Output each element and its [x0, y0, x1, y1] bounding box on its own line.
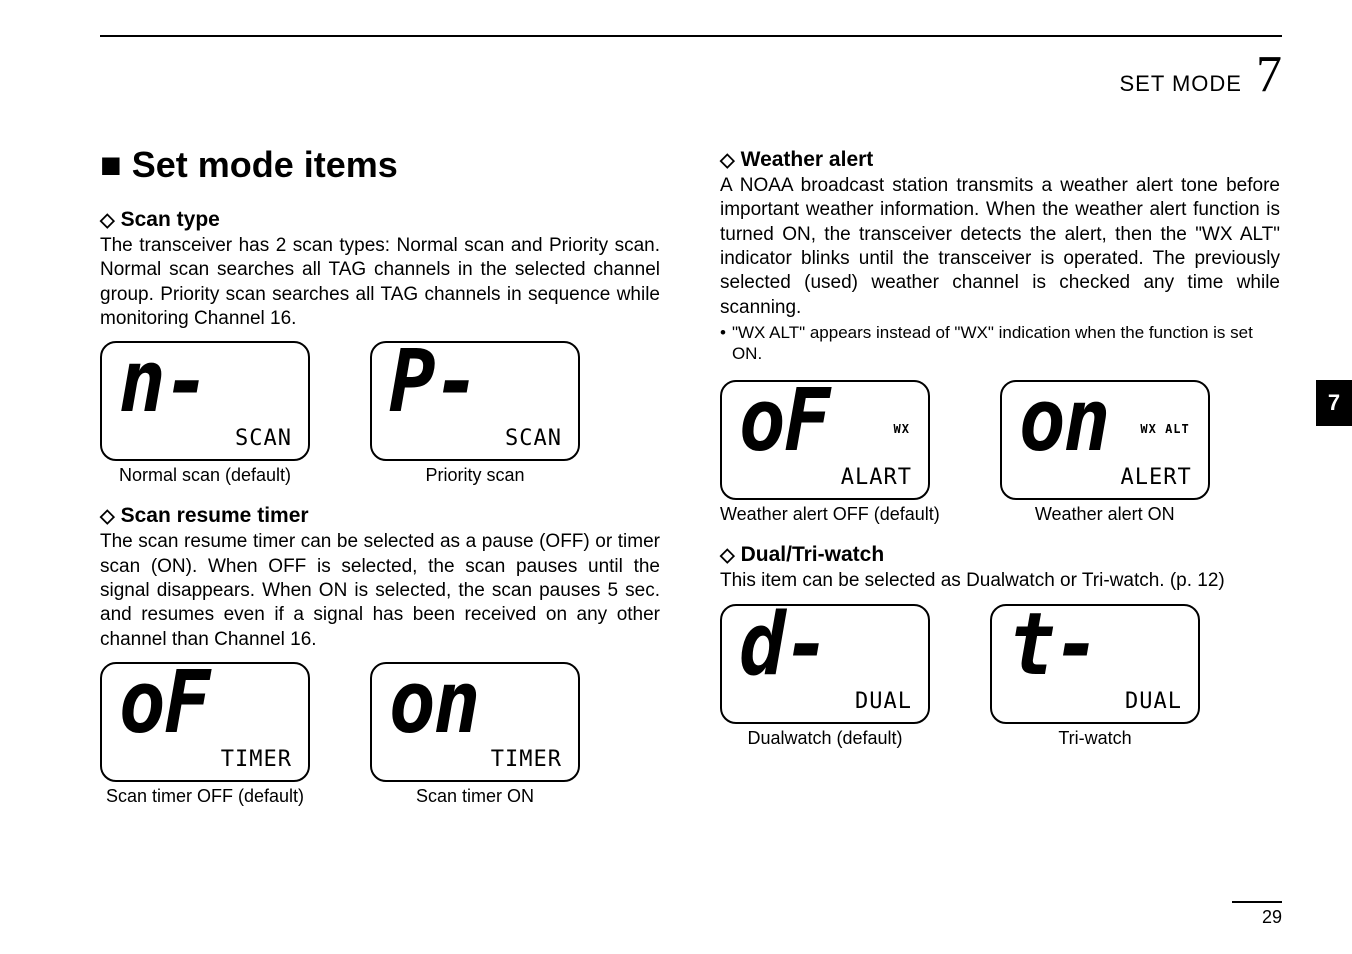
content-columns: ■ Set mode items ◇Scan type The transcei…: [100, 144, 1282, 825]
scan-type-lcd-row: n- SCAN Normal scan (default) P- SCAN Pr…: [100, 341, 660, 486]
page-number: 29: [1232, 901, 1282, 928]
diamond-icon: ◇: [100, 506, 115, 527]
lcd-big-text: oF: [119, 662, 209, 746]
lcd-small-label: ALERT: [1121, 465, 1192, 490]
lcd-display: P- SCAN: [370, 341, 580, 461]
weather-alert-body: A NOAA broadcast station transmits a wea…: [720, 174, 1280, 320]
weather-alert-bullet: •"WX ALT" appears instead of "WX" indica…: [720, 322, 1280, 365]
lcd-big-text: t-: [1009, 604, 1099, 688]
lcd-caption: Dualwatch (default): [720, 728, 930, 749]
dual-tri-lcd-row: d- DUAL Dualwatch (default) t- DUAL Tri-…: [720, 604, 1280, 749]
lcd-display: t- DUAL: [990, 604, 1200, 724]
dual-tri-body: This item can be selected as Dualwatch o…: [720, 569, 1280, 593]
lcd-display: n- SCAN: [100, 341, 310, 461]
lcd-caption: Tri-watch: [990, 728, 1200, 749]
lcd-small-label: TIMER: [221, 747, 292, 772]
lcd-priority-scan: P- SCAN Priority scan: [370, 341, 580, 486]
right-column: ◇Weather alert A NOAA broadcast station …: [720, 144, 1280, 825]
lcd-big-text: oF: [739, 380, 829, 464]
bullet-dot: •: [720, 322, 726, 365]
lcd-wx-on: on WX ALT ALERT Weather alert ON: [1000, 380, 1210, 525]
dual-tri-heading: ◇Dual/Tri-watch: [720, 543, 1280, 567]
lcd-small-label: SCAN: [235, 426, 292, 451]
lcd-small-label: DUAL: [855, 689, 912, 714]
lcd-display: on WX ALT ALERT: [1000, 380, 1210, 500]
scan-resume-lcd-row: oF TIMER Scan timer OFF (default) on TIM…: [100, 662, 660, 807]
lcd-big-text: on: [389, 662, 479, 746]
lcd-indicator: WX ALT: [1140, 422, 1189, 436]
lcd-caption: Scan timer ON: [370, 786, 580, 807]
section-name: SET MODE: [1119, 71, 1242, 97]
lcd-small-label: TIMER: [491, 747, 562, 772]
lcd-caption: Scan timer OFF (default): [100, 786, 310, 807]
lcd-normal-scan: n- SCAN Normal scan (default): [100, 341, 310, 486]
weather-alert-lcd-row: oF WX ALART Weather alert OFF (default) …: [720, 380, 1280, 525]
lcd-caption: Priority scan: [370, 465, 580, 486]
diamond-icon: ◇: [100, 210, 115, 231]
lcd-caption: Normal scan (default): [100, 465, 310, 486]
lcd-display: on TIMER: [370, 662, 580, 782]
lcd-caption: Weather alert ON: [1000, 504, 1210, 525]
lcd-small-label: SCAN: [505, 426, 562, 451]
lcd-big-text: d-: [739, 604, 829, 688]
lcd-triwatch: t- DUAL Tri-watch: [990, 604, 1200, 749]
lcd-timer-off: oF TIMER Scan timer OFF (default): [100, 662, 310, 807]
top-rule: [100, 35, 1282, 37]
chapter-number: 7: [1256, 45, 1282, 104]
scan-resume-heading: ◇Scan resume timer: [100, 504, 660, 528]
scan-resume-body: The scan resume timer can be selected as…: [100, 530, 660, 652]
side-tab: 7: [1316, 380, 1352, 426]
lcd-wx-off: oF WX ALART Weather alert OFF (default): [720, 380, 940, 525]
lcd-indicator: WX: [894, 422, 910, 436]
page-header: SET MODE 7: [100, 45, 1282, 104]
lcd-display: oF WX ALART: [720, 380, 930, 500]
lcd-big-text: on: [1019, 380, 1109, 464]
lcd-small-label: DUAL: [1125, 689, 1182, 714]
lcd-big-text: P-: [389, 341, 479, 425]
lcd-display: oF TIMER: [100, 662, 310, 782]
lcd-timer-on: on TIMER Scan timer ON: [370, 662, 580, 807]
lcd-dualwatch: d- DUAL Dualwatch (default): [720, 604, 930, 749]
left-column: ■ Set mode items ◇Scan type The transcei…: [100, 144, 660, 825]
diamond-icon: ◇: [720, 545, 735, 566]
lcd-big-text: n-: [119, 341, 209, 425]
page-title: ■ Set mode items: [100, 144, 660, 186]
weather-alert-heading: ◇Weather alert: [720, 148, 1280, 172]
scan-type-body: The transceiver has 2 scan types: Normal…: [100, 234, 660, 331]
lcd-small-label: ALART: [841, 465, 912, 490]
lcd-caption: Weather alert OFF (default): [720, 504, 940, 525]
lcd-display: d- DUAL: [720, 604, 930, 724]
scan-type-heading: ◇Scan type: [100, 208, 660, 232]
diamond-icon: ◇: [720, 150, 735, 171]
